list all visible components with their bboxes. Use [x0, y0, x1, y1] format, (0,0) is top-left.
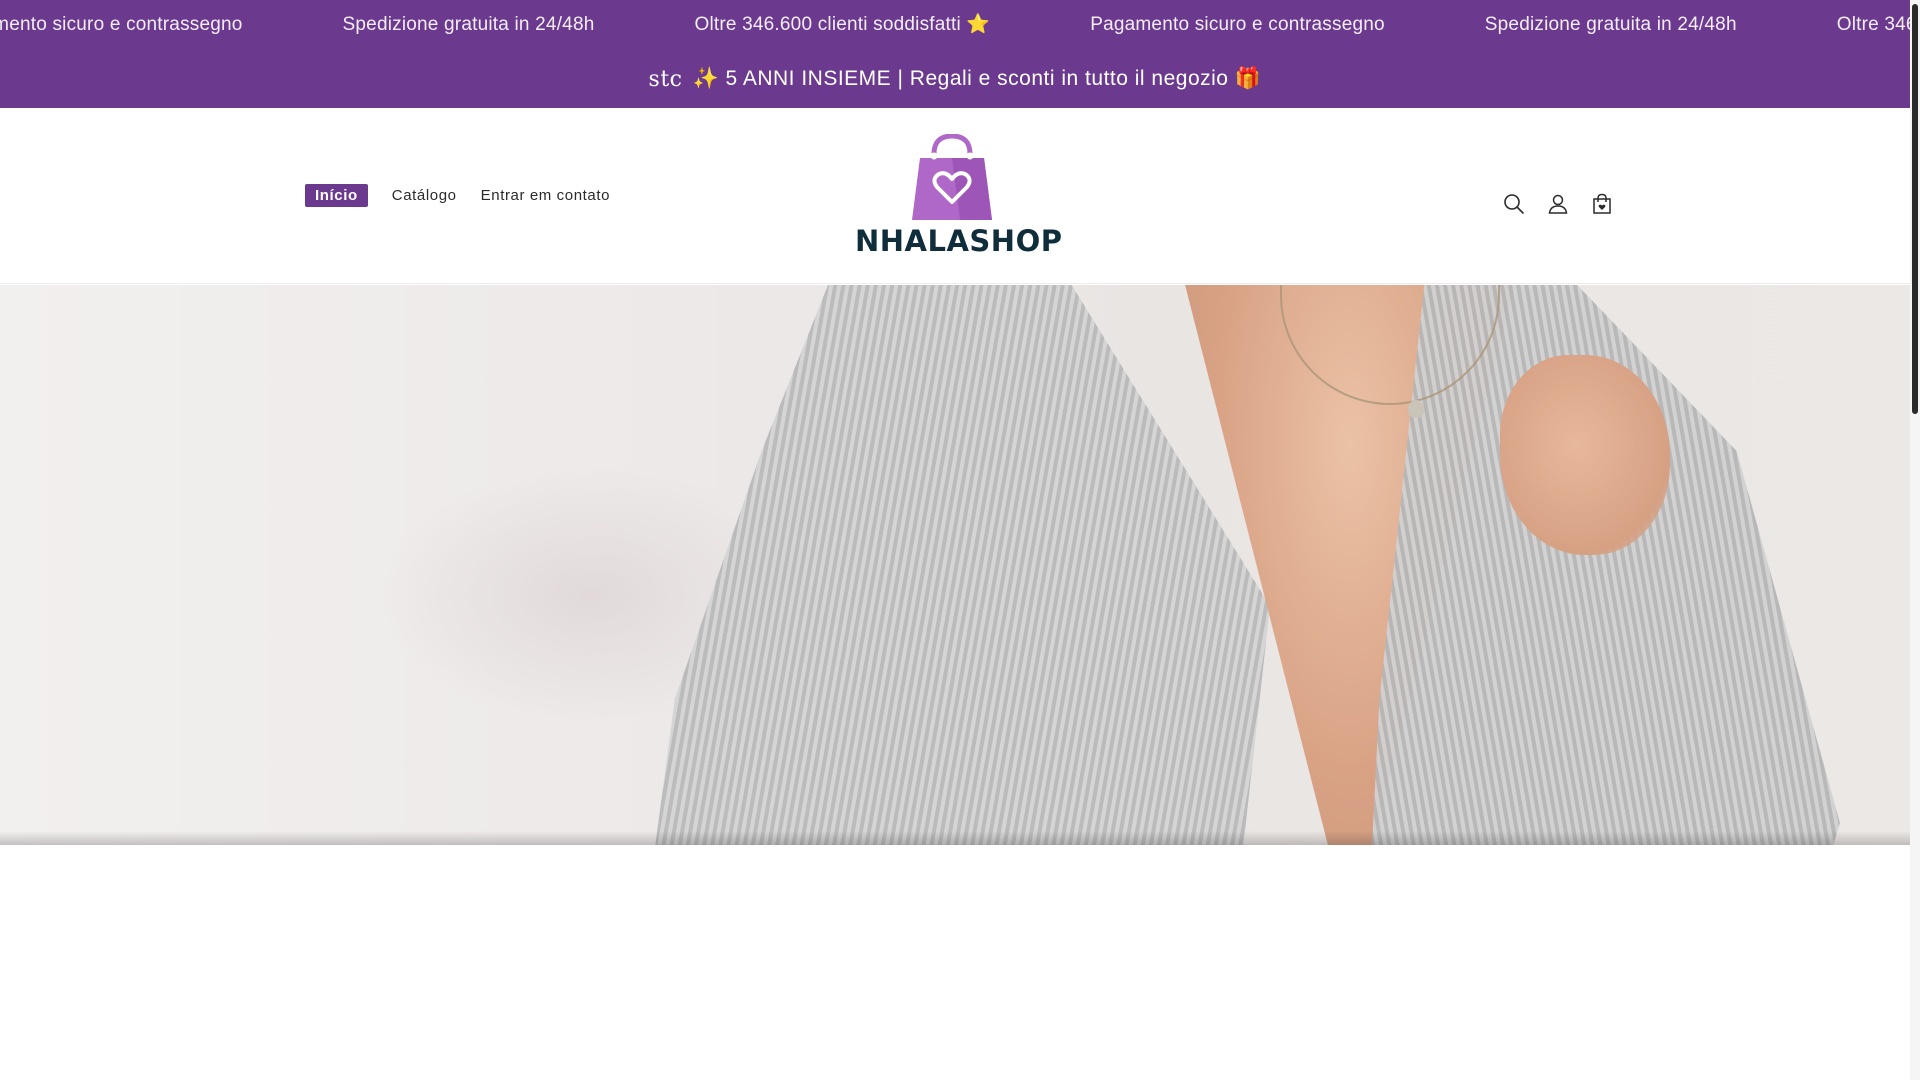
shopping-bag-heart-icon	[912, 133, 992, 220]
header-icons	[1492, 182, 1624, 226]
hero-pendant	[1408, 400, 1424, 418]
hero-banner-image	[0, 285, 1910, 845]
cart-button[interactable]	[1580, 182, 1624, 226]
main-nav: Início Catálogo Entrar em contato	[305, 184, 634, 207]
account-icon	[1548, 194, 1568, 214]
search-button[interactable]	[1492, 182, 1536, 226]
page: Pagamento sicuro e contrassegno Spedizio…	[0, 0, 1920, 1080]
marquee-item: Pagamento sicuro e contrassegno	[1090, 14, 1385, 35]
marquee-item: Pagamento sicuro e contrassegno	[0, 14, 243, 35]
marquee-item: Oltre 346.600 clienti soddisfatti ⭐	[694, 14, 991, 35]
announcement-prefix: stc	[648, 66, 683, 92]
marquee-item: Spedizione gratuita in 24/48h	[1484, 14, 1737, 35]
announcement-bar: stc ✨ 5 ANNI INSIEME | Regali e sconti i…	[0, 50, 1910, 108]
nav-item-contact[interactable]: Entrar em contato	[481, 187, 610, 204]
marquee-item: Spedizione gratuita in 24/48h	[342, 14, 595, 35]
marquee-item: Oltre 346.600 clienti soddisfatti ⭐	[1836, 14, 1910, 35]
cart-icon	[1593, 193, 1611, 214]
page-scrollbar[interactable]	[1910, 0, 1920, 1080]
marquee-track: Pagamento sicuro e contrassegno Spedizio…	[0, 0, 1910, 50]
logo-text: NHALASHOP	[855, 224, 1063, 258]
search-icon	[1504, 194, 1524, 214]
marquee-bar: Pagamento sicuro e contrassegno Spedizio…	[0, 0, 1910, 50]
scrollbar-thumb[interactable]	[1912, 4, 1918, 414]
announcement-text: ✨ 5 ANNI INSIEME | Regali e sconti in tu…	[692, 67, 1262, 90]
logo[interactable]: NHALASHOP	[855, 133, 1063, 258]
nav-item-catalogo[interactable]: Catálogo	[392, 187, 457, 204]
hero-robe-left	[650, 285, 1270, 845]
account-button[interactable]	[1536, 182, 1580, 226]
hero-hand	[1500, 355, 1670, 555]
site-header: Início Catálogo Entrar em contato NHALAS…	[0, 108, 1910, 284]
nav-item-inicio[interactable]: Início	[305, 184, 368, 207]
